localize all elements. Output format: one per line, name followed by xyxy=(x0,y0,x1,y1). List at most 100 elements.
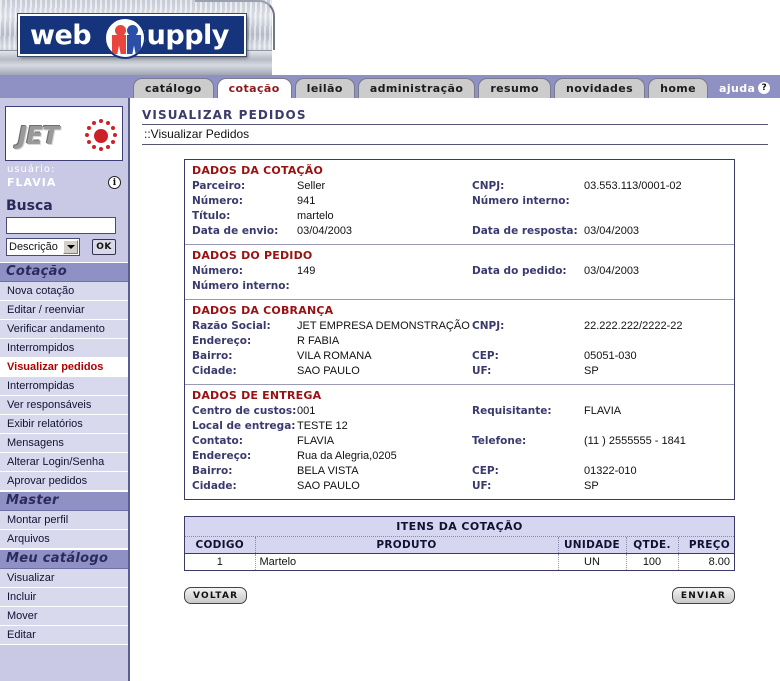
field-row: Número interno: xyxy=(192,279,734,294)
tab-catalogo[interactable]: catálogo xyxy=(133,78,214,98)
field-value: 05051-030 xyxy=(584,350,637,362)
field-row: Contato: FLAVIA Telefone: (11 ) 2555555 … xyxy=(192,434,734,449)
column-header-unidade: UNIDADE xyxy=(558,537,627,554)
search-type-select[interactable]: Descrição xyxy=(6,238,80,256)
field-row: Endereço: R FABIA xyxy=(192,334,734,349)
field-value: Seller xyxy=(297,180,326,192)
field-value: SP xyxy=(584,365,599,377)
field-value: 03/04/2003 xyxy=(584,265,640,277)
tab-label: catálogo xyxy=(145,82,202,95)
field-row: Local de entrega: TESTE 12 xyxy=(192,419,734,434)
field-value: 22.222.222/2222-22 xyxy=(584,320,683,332)
field-value xyxy=(297,279,472,294)
field-value: 001 xyxy=(297,405,316,417)
field-label: Número interno: xyxy=(192,280,290,292)
column-header-preco: PREÇO xyxy=(678,537,734,554)
field-label: Local de entrega: xyxy=(192,420,296,432)
left-sidebar: JET usuário: FLAVIA i Busca Descrição OK… xyxy=(0,98,130,681)
user-info-block: usuário: FLAVIA i xyxy=(0,161,128,194)
sidebar-item-ver-responsaveis[interactable]: Ver responsáveis xyxy=(0,396,128,415)
site-header-banner: web supply xyxy=(0,0,780,75)
field-label: Número interno: xyxy=(472,195,570,207)
sidebar-item-nova-cotacao[interactable]: Nova cotação xyxy=(0,282,128,301)
table-header-row: CODIGO PRODUTO UNIDADE QTDE. PREÇO xyxy=(185,537,734,554)
field-label: CNPJ: xyxy=(472,180,505,192)
items-table: ITENS DA COTAÇÃO CODIGO PRODUTO UNIDADE … xyxy=(184,516,735,571)
field-value: 03/04/2003 xyxy=(297,225,353,237)
field-label: Título: xyxy=(192,210,231,222)
tab-cotacao[interactable]: cotação xyxy=(216,78,292,98)
field-label: Telefone: xyxy=(472,435,527,447)
field-label: Data de envio: xyxy=(192,225,279,237)
field-value: VILA ROMANA xyxy=(297,350,372,362)
section-title: DADOS DE ENTREGA xyxy=(192,389,322,402)
cell-preco: 8.00 xyxy=(708,556,730,568)
field-row: Cidade: SAO PAULO UF: SP xyxy=(192,364,734,379)
sidebar-item-verificar-andamento[interactable]: Verificar andamento xyxy=(0,320,128,339)
field-label: CEP: xyxy=(472,465,499,477)
field-value: JET EMPRESA DEMONSTRAÇÃO xyxy=(297,320,470,332)
brand-logo[interactable]: web supply xyxy=(18,14,246,59)
field-value: 149 xyxy=(297,265,316,277)
sidebar-item-aprovar-pedidos[interactable]: Aprovar pedidos xyxy=(0,472,128,491)
tab-home[interactable]: home xyxy=(648,78,709,98)
jet-company-logo: JET xyxy=(5,106,123,161)
field-label xyxy=(472,334,584,349)
section-dados-do-pedido: DADOS DO PEDIDO Número: 149 Data do pedi… xyxy=(185,245,734,300)
sidebar-item-visualizar-pedidos[interactable]: Visualizar pedidos xyxy=(0,358,128,377)
field-label: UF: xyxy=(472,480,492,492)
sidebar-item-interrompidas[interactable]: Interrompidas xyxy=(0,377,128,396)
voltar-button[interactable]: VOLTAR xyxy=(184,587,248,604)
sidebar-item-alterar-login-senha[interactable]: Alterar Login/Senha xyxy=(0,453,128,472)
sidebar-item-arquivos[interactable]: Arquivos xyxy=(0,530,128,549)
sidebar-item-visualizar[interactable]: Visualizar xyxy=(0,569,128,588)
field-row: Título: martelo xyxy=(192,209,734,224)
field-label: CNPJ: xyxy=(472,320,505,332)
field-value: 01322-010 xyxy=(584,465,637,477)
sidebar-item-mover[interactable]: Mover xyxy=(0,607,128,626)
field-value: FLAVIA xyxy=(584,405,622,417)
info-icon[interactable]: i xyxy=(108,176,121,189)
sidebar-item-editar[interactable]: Editar xyxy=(0,626,128,645)
field-label: Bairro: xyxy=(192,350,233,362)
field-row: Parceiro: Seller CNPJ: 03.553.113/0001-0… xyxy=(192,179,734,194)
field-value: 03/04/2003 xyxy=(584,225,640,237)
tab-label: ajuda xyxy=(719,81,756,95)
enviar-button[interactable]: ENVIAR xyxy=(671,587,735,604)
search-ok-button[interactable]: OK xyxy=(92,239,116,255)
section-dados-da-cotacao: DADOS DA COTAÇÃO Parceiro: Seller CNPJ: … xyxy=(185,160,734,245)
sidebar-item-mensagens[interactable]: Mensagens xyxy=(0,434,128,453)
field-label: Data de resposta: xyxy=(472,225,578,237)
two-people-emblem-icon xyxy=(104,17,146,59)
sidebar-item-incluir[interactable]: Incluir xyxy=(0,588,128,607)
field-label: Endereço: xyxy=(192,335,252,347)
field-value: SAO PAULO xyxy=(297,365,360,377)
tab-label: administração xyxy=(369,82,464,95)
field-row: Número: 149 Data do pedido: 03/04/2003 xyxy=(192,264,734,279)
field-row: Bairro: BELA VISTA CEP: 01322-010 xyxy=(192,464,734,479)
field-label xyxy=(472,419,584,434)
tab-administracao[interactable]: administração xyxy=(357,78,476,98)
field-label: Número: xyxy=(192,195,243,207)
jet-logo-text: JET xyxy=(18,121,59,150)
tab-novidades[interactable]: novidades xyxy=(554,78,646,98)
tab-ajuda[interactable]: ajuda ? xyxy=(711,78,777,98)
field-label: CEP: xyxy=(472,350,499,362)
sidebar-item-interrompidos[interactable]: Interrompidos xyxy=(0,339,128,358)
field-label: UF: xyxy=(472,365,492,377)
tab-leilao[interactable]: leilão xyxy=(294,78,355,98)
search-type-value: Descrição xyxy=(9,241,58,253)
search-input[interactable] xyxy=(6,217,116,234)
field-row: Número: 941 Número interno: xyxy=(192,194,734,209)
sidebar-item-montar-perfil[interactable]: Montar perfil xyxy=(0,511,128,530)
tab-resumo[interactable]: resumo xyxy=(478,78,551,98)
sidebar-item-editar-reenviar[interactable]: Editar / reenviar xyxy=(0,301,128,320)
field-label: Número: xyxy=(192,265,243,277)
sidebar-item-exibir-relatorios[interactable]: Exibir relatórios xyxy=(0,415,128,434)
field-label: Parceiro: xyxy=(192,180,246,192)
user-name: FLAVIA xyxy=(7,176,57,189)
field-label xyxy=(472,449,584,464)
column-header-codigo: CODIGO xyxy=(185,537,256,554)
section-title: DADOS DA COTAÇÃO xyxy=(192,164,324,177)
field-label xyxy=(472,279,584,294)
